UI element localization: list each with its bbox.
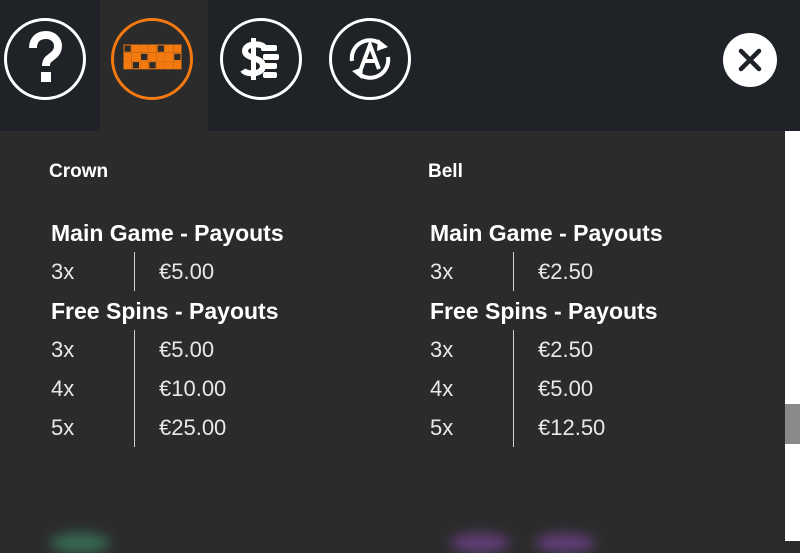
payout-row: 5x €25.00 (51, 408, 351, 447)
background-glow (450, 533, 510, 553)
divider (513, 408, 514, 447)
scrollbar-thumb[interactable] (785, 404, 800, 444)
main-game-payouts-title: Main Game - Payouts (51, 220, 284, 246)
multiplier: 3x (51, 337, 75, 362)
payout-row: 3x €5.00 (51, 252, 351, 291)
background-glow (50, 533, 110, 553)
multiplier: 3x (430, 259, 454, 284)
payout-row: 5x €12.50 (430, 408, 730, 447)
multiplier: 4x (51, 376, 75, 401)
divider (513, 252, 514, 291)
main-game-payouts-title: Main Game - Payouts (430, 220, 663, 246)
multiplier: 3x (51, 259, 75, 284)
divider (513, 369, 514, 408)
question-icon (29, 31, 63, 82)
payout-value: €12.50 (538, 415, 606, 440)
coins-dollar-icon (240, 38, 279, 80)
payout-row: 4x €5.00 (430, 369, 730, 408)
payout-value: €5.00 (538, 376, 594, 401)
scrollbar-track[interactable] (785, 131, 800, 541)
free-spins-payouts-title: Free Spins - Payouts (430, 298, 658, 324)
divider (134, 369, 135, 408)
multiplier: 4x (430, 376, 454, 401)
divider (513, 330, 514, 369)
payout-row: 3x €2.50 (430, 330, 730, 369)
payout-value: €25.00 (159, 415, 227, 440)
divider (134, 252, 135, 291)
payout-value: €5.00 (159, 259, 215, 284)
paytable-grid-icon (123, 44, 182, 70)
payout-row: 4x €10.00 (51, 369, 351, 408)
payout-value: €2.50 (538, 337, 594, 362)
close-button[interactable] (723, 33, 777, 87)
bet-settings-button[interactable] (220, 18, 302, 100)
payout-value: €2.50 (538, 259, 594, 284)
multiplier: 3x (430, 337, 454, 362)
multiplier: 5x (430, 415, 454, 440)
autoplay-a-icon (349, 38, 391, 80)
payout-row: 3x €5.00 (51, 330, 351, 369)
multiplier: 5x (51, 415, 75, 440)
background-glow (535, 533, 595, 553)
payout-value: €5.00 (159, 337, 215, 362)
free-spins-payouts-title: Free Spins - Payouts (51, 298, 279, 324)
divider (134, 330, 135, 369)
paytable-button[interactable] (111, 18, 193, 100)
symbol-name: Bell (428, 161, 463, 182)
close-icon (738, 48, 762, 72)
payout-row: 3x €2.50 (430, 252, 730, 291)
payout-value: €10.00 (159, 376, 227, 401)
help-button[interactable] (4, 18, 86, 100)
autoplay-button[interactable] (329, 18, 411, 100)
divider (134, 408, 135, 447)
symbol-name: Crown (49, 161, 109, 182)
